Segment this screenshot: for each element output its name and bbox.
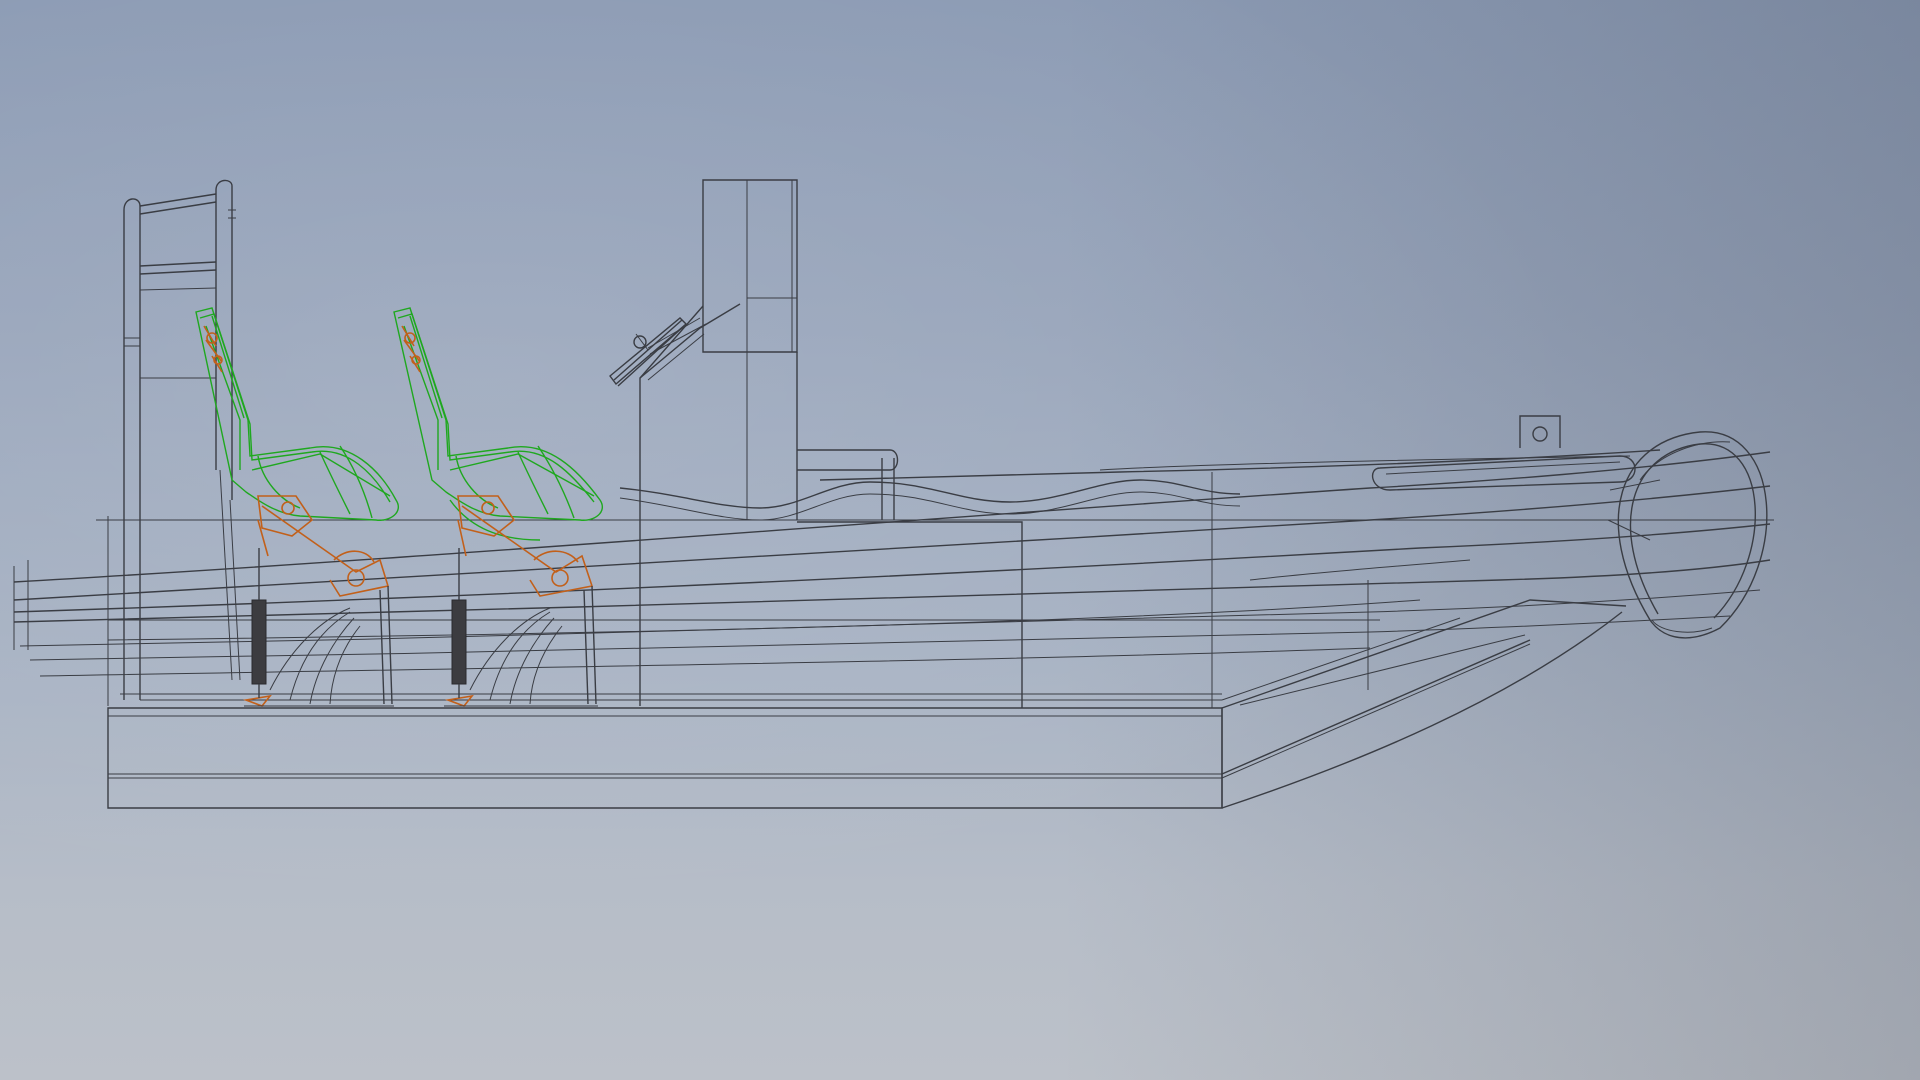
cad-viewport[interactable]: [0, 0, 1920, 1080]
seat-front: [393, 307, 603, 541]
console: [639, 179, 1023, 708]
boat-wireframe-model[interactable]: [0, 0, 1920, 1080]
stern-frame: [123, 179, 241, 700]
steering-wheel: [609, 317, 707, 387]
seat-rear: [195, 307, 399, 521]
